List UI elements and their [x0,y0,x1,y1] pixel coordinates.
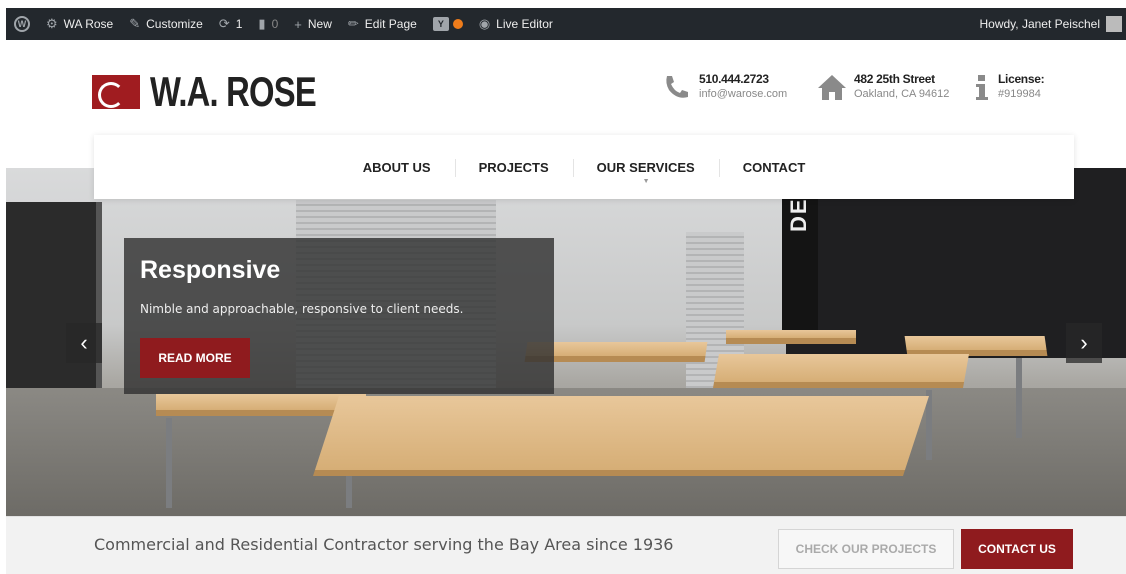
hero-photo-table [904,336,1048,356]
comments-link[interactable]: ▮ 0 [250,8,286,40]
slide-text: Nimble and approachable, responsive to c… [140,302,464,316]
page: W ⚙ WA Rose ✎ Customize ⟳ 1 ▮ 0 + New ✏ … [0,0,1126,574]
comment-icon: ▮ [258,16,266,31]
info-icon [974,72,990,102]
hero-photo-table [726,330,856,344]
nav-our-services[interactable]: OUR SERVICES ▼ [572,135,719,199]
logo-text: W.A. ROSE [150,68,317,115]
yoast-icon: Y [432,17,449,31]
live-editor-link[interactable]: ◉ Live Editor [471,8,561,40]
live-editor-label: Live Editor [496,17,553,31]
seo-status-dot [452,19,463,29]
license-contact: License: #919984 [974,72,1045,102]
phone-icon [661,72,691,102]
tagline: Commercial and Residential Contractor se… [94,535,674,554]
read-more-button[interactable]: READ MORE [140,338,250,378]
slide-caption: Responsive Nimble and approachable, resp… [124,238,554,394]
yoast-seo-menu[interactable]: Y [425,8,471,40]
phone-contact: 510.444.2723 info@warose.com [661,72,787,102]
new-label: New [307,17,332,31]
main-nav: ABOUT US PROJECTS OUR SERVICES ▼ CONTACT [94,135,1074,199]
customize-label: Customize [146,17,203,31]
edit-page-label: Edit Page [364,17,417,31]
home-icon [816,72,846,102]
contact-us-button[interactable]: CONTACT US [961,529,1073,569]
check-projects-button[interactable]: CHECK OUR PROJECTS [778,529,954,569]
chevron-right-icon: › [1080,330,1088,355]
hero-photo-table-leg [166,418,172,508]
site-name-label: WA Rose [63,17,114,31]
updates-link[interactable]: ⟳ 1 [211,8,251,40]
license-number: #919984 [998,88,1041,100]
slide-title: Responsive [140,256,281,284]
howdy-label: Howdy, Janet Peischel [979,17,1100,31]
rose-logo-icon [92,75,140,109]
comments-count: 0 [271,17,279,31]
updates-count: 1 [235,17,243,31]
refresh-icon: ⟳ [218,16,230,31]
wordpress-icon: W [14,16,30,32]
nav-contact[interactable]: CONTACT [718,135,830,199]
chevron-left-icon: ‹ [80,330,88,355]
hero-photo-table [313,396,929,476]
phone-number[interactable]: 510.444.2723 [699,72,787,86]
edit-page-link[interactable]: ✏ Edit Page [340,8,425,40]
nav-about-us[interactable]: ABOUT US [339,135,455,199]
avatar [1106,16,1122,32]
nav-our-services-label: OUR SERVICES [596,159,695,175]
dashboard-icon: ⚙ [46,16,58,31]
license-label: License: [998,72,1045,86]
hero-photo-table [713,354,969,388]
brush-icon: ✎ [129,16,141,31]
hero-slider: DESIGN Responsive Nimble and approachabl… [6,168,1126,516]
customize-link[interactable]: ✎ Customize [121,8,211,40]
site-name-menu[interactable]: ⚙ WA Rose [38,8,121,40]
wp-logo-menu[interactable]: W [6,8,38,40]
email-link[interactable]: info@warose.com [699,88,787,100]
admin-bar: W ⚙ WA Rose ✎ Customize ⟳ 1 ▮ 0 + New ✏ … [6,8,1126,40]
plus-icon: + [294,16,302,32]
caret-down-icon: ▼ [642,178,650,185]
pencil-icon: ✏ [347,16,359,31]
slider-next-button[interactable]: › [1066,323,1102,363]
account-menu[interactable]: Howdy, Janet Peischel [971,8,1126,40]
slider-prev-button[interactable]: ‹ [66,323,102,363]
address-contact: 482 25th Street Oakland, CA 94612 [816,72,949,102]
eye-icon: ◉ [478,16,491,31]
hero-photo-table-leg [1016,358,1022,438]
nav-projects[interactable]: PROJECTS [454,135,573,199]
site-logo[interactable]: W.A. ROSE [92,68,363,116]
address-city: Oakland, CA 94612 [854,88,950,100]
address-street: 482 25th Street [854,72,935,86]
new-content-menu[interactable]: + New [286,8,340,40]
cta-bar: Commercial and Residential Contractor se… [6,516,1126,574]
